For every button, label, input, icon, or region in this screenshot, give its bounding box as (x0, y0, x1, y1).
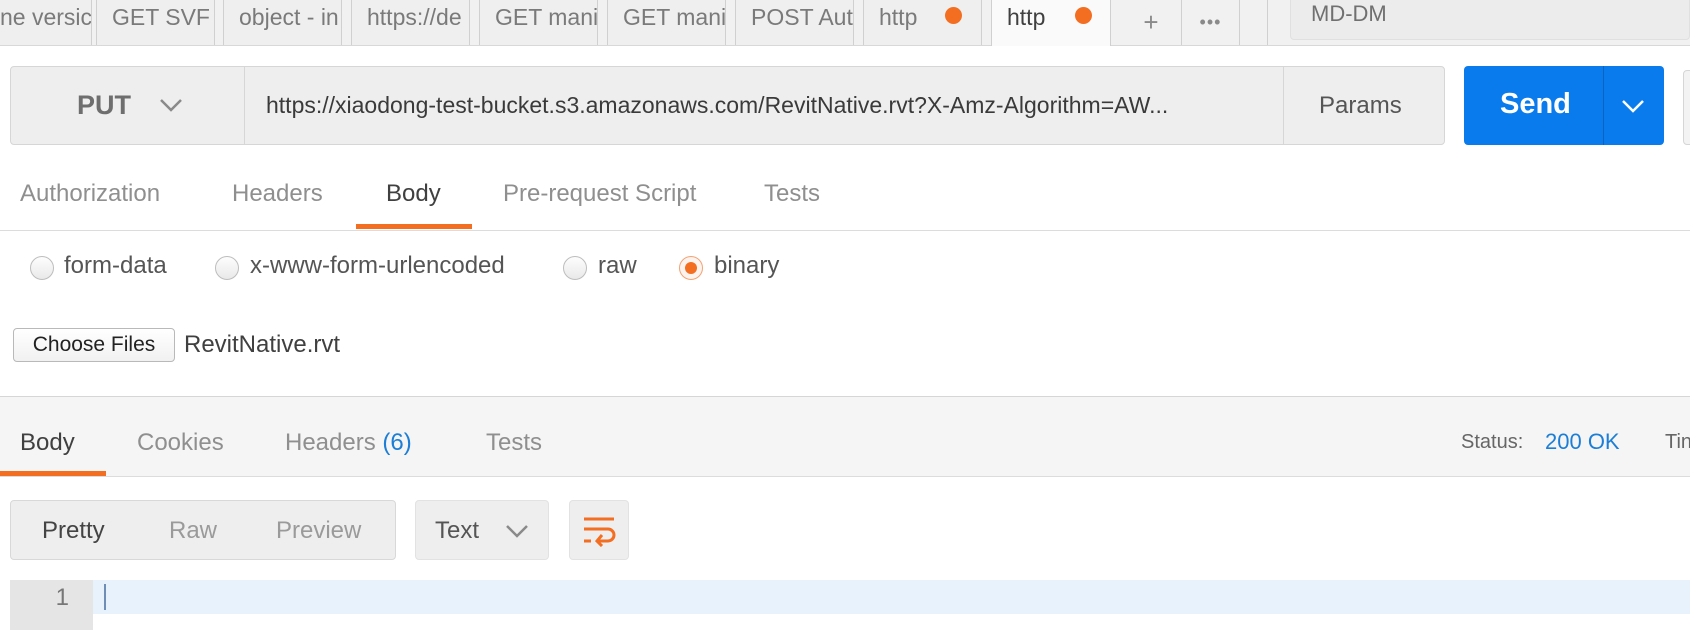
radio-binary[interactable] (679, 256, 703, 280)
line-gutter: 1 (10, 580, 93, 630)
tab-strip: ne versic GET SVF object - in https://de… (0, 0, 1690, 46)
time-label: Tin (1665, 431, 1690, 453)
view-mode-group: Pretty Raw Preview (10, 500, 396, 560)
response-tab-tests[interactable]: Tests (486, 429, 542, 457)
format-select[interactable]: Text (415, 500, 549, 560)
selected-file-name: RevitNative.rvt (184, 331, 341, 358)
more-icon: ••• (1199, 12, 1222, 32)
choose-files-button[interactable]: Choose Files (13, 328, 175, 362)
response-tab-body[interactable]: Body (20, 429, 75, 457)
radio-label: form-data (64, 252, 167, 279)
add-tab-button[interactable]: + (1121, 0, 1182, 45)
request-tab-unsaved[interactable]: http (863, 0, 982, 45)
response-tabs: Body Cookies Headers (6) Tests Status: 2… (0, 397, 1690, 477)
chevron-down-icon (506, 525, 528, 538)
radio-urlencoded[interactable] (215, 256, 239, 280)
text-cursor (104, 584, 106, 610)
wrap-lines-button[interactable] (569, 500, 629, 560)
tab-label: GET manif (495, 4, 598, 30)
line-number: 1 (55, 584, 69, 611)
send-label: Send (1500, 88, 1571, 120)
active-tab-indicator (0, 471, 106, 476)
tab-label: GET SVF (112, 4, 210, 30)
view-preview-button[interactable]: Preview (276, 517, 361, 545)
tab-pre-request-script[interactable]: Pre-request Script (503, 180, 696, 208)
view-pretty-button[interactable]: Pretty (42, 517, 105, 545)
request-bar: PUT https://xiaodong-test-bucket.s3.amaz… (10, 66, 1445, 145)
tab-label: http (1007, 4, 1046, 30)
chevron-down-icon (160, 99, 182, 112)
tab-label: http (879, 4, 918, 30)
response-tab-cookies[interactable]: Cookies (137, 429, 224, 457)
active-line (93, 580, 1690, 614)
request-tab[interactable]: https://de (351, 0, 470, 45)
tab-label: https://de (367, 4, 462, 30)
chevron-down-icon[interactable] (1621, 98, 1645, 114)
tab-spacer (1240, 0, 1268, 45)
format-label: Text (435, 517, 480, 544)
send-divider (1603, 66, 1604, 145)
request-tab-active[interactable]: http (991, 0, 1111, 46)
radio-label: x-www-form-urlencoded (250, 252, 505, 279)
tab-tests[interactable]: Tests (764, 180, 820, 208)
environment-label: MD-DM (1311, 1, 1387, 26)
params-button[interactable]: Params (1283, 67, 1445, 144)
tab-headers[interactable]: Headers (232, 180, 323, 208)
tab-label: ne versic (0, 4, 92, 30)
radio-label: binary (714, 252, 780, 279)
radio-label: raw (598, 252, 637, 279)
plus-icon: + (1143, 7, 1159, 37)
tab-label: GET manif (623, 4, 726, 30)
tab-body[interactable]: Body (386, 180, 441, 208)
unsaved-dot-icon (945, 7, 962, 24)
method-label: PUT (77, 90, 131, 120)
request-tab[interactable]: GET manif (607, 0, 726, 45)
send-button[interactable]: Send (1464, 66, 1664, 145)
request-tab[interactable]: ne versic (0, 0, 92, 45)
request-tab[interactable]: POST Auth (735, 0, 854, 45)
status-label: Status: (1461, 431, 1524, 453)
request-tabs: Authorization Headers Body Pre-request S… (0, 160, 1690, 231)
request-tab[interactable]: GET SVF (96, 0, 215, 45)
method-select[interactable]: PUT (11, 67, 245, 144)
status-value: 200 OK (1545, 429, 1620, 454)
save-button-edge[interactable] (1683, 70, 1690, 145)
unsaved-dot-icon (1075, 7, 1092, 24)
active-tab-indicator (356, 224, 472, 229)
environment-select[interactable]: MD-DM (1290, 0, 1690, 40)
wrap-lines-icon (584, 517, 616, 547)
view-raw-button[interactable]: Raw (169, 517, 217, 545)
radio-form-data[interactable] (30, 256, 54, 280)
tab-label: POST Auth (751, 4, 853, 30)
headers-label: Headers (285, 429, 376, 456)
radio-raw[interactable] (563, 256, 587, 280)
more-tabs-button[interactable]: ••• (1182, 0, 1240, 45)
response-tab-headers[interactable]: Headers (6) (285, 429, 412, 457)
request-tab[interactable]: object - in (223, 0, 342, 45)
tab-authorization[interactable]: Authorization (20, 180, 160, 208)
url-input[interactable]: https://xiaodong-test-bucket.s3.amazonaw… (266, 92, 1271, 119)
response-editor[interactable]: 1 (10, 580, 1690, 630)
tab-label: object - in (239, 4, 339, 30)
params-label: Params (1319, 92, 1402, 119)
body-type-options: form-data x-www-form-urlencoded raw bina… (0, 250, 1690, 290)
request-tab[interactable]: GET manif (479, 0, 598, 45)
headers-count: (6) (382, 429, 412, 456)
